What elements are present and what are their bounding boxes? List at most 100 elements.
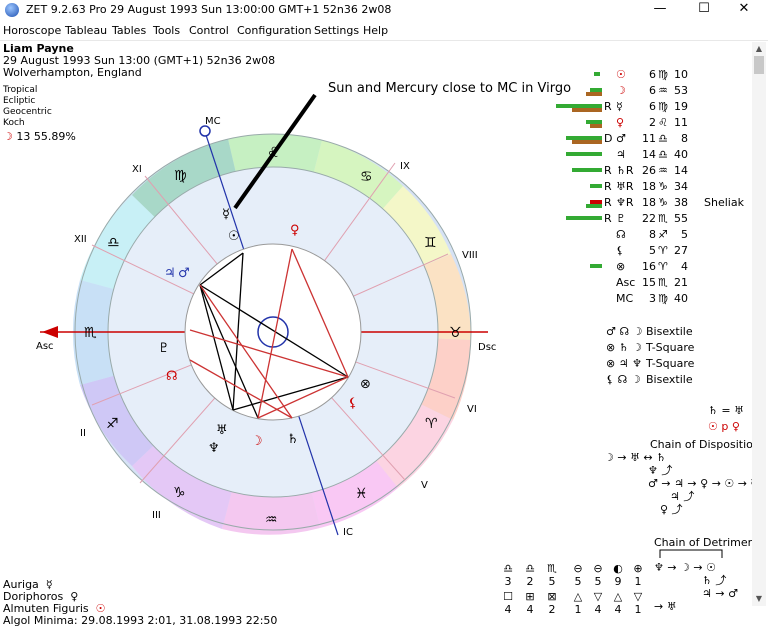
disposition-line: ♂ → ♃ → ♀ → ☉ → ☿ (648, 477, 758, 490)
zodiac-type: Tropical (3, 85, 38, 95)
window-title: ZET 9.2.63 Pro 29 August 1993 Sun 13:00:… (26, 3, 392, 16)
maximize-button[interactable]: ☐ (684, 0, 724, 20)
element-table: ♎ ♎ ♏ 325 ☐ ⊞ ⊠ 442 (503, 562, 557, 616)
bottom-info: Auriga ☿ Doriphoros ♀ Almuten Figuris ☉ … (3, 579, 277, 627)
menu-tableau[interactable]: Tableau (65, 24, 107, 37)
retro-flag: R (604, 212, 612, 225)
position-row: R ☿ 6 ♍ 19 (604, 100, 694, 114)
sign-icon: ♍ (658, 292, 668, 305)
menu-configuration[interactable]: Configuration (237, 24, 312, 37)
virgo-icon: ♍ (174, 168, 187, 184)
minutes: 10 (674, 68, 688, 81)
minutes: 55 (674, 212, 688, 225)
position-bars (556, 72, 602, 268)
menu-tools[interactable]: Tools (153, 24, 180, 37)
minutes: 38 (674, 196, 688, 209)
degree: 14 (642, 148, 656, 161)
annotation-arrow (233, 93, 317, 210)
planet-icon: ⚸ (616, 244, 625, 257)
title-bar: ZET 9.2.63 Pro 29 August 1993 Sun 13:00:… (0, 0, 768, 20)
leo-icon: ♌ (267, 145, 280, 161)
retro-flag: R (604, 196, 612, 209)
minutes: 27 (674, 244, 688, 257)
menu-help[interactable]: Help (363, 24, 388, 37)
fixed-star-label: Sheliak (704, 196, 744, 209)
sign-icon: ♎ (658, 148, 668, 161)
zodiac-ring (72, 133, 472, 535)
sign-icon: ♑ (658, 180, 668, 193)
menu-control[interactable]: Control (189, 24, 229, 37)
sign-glyphs: ♌ ♋ ♊ ♉ ♈ ♓ ♒ ♑ ♐ ♏ ♎ ♍ (84, 145, 462, 528)
position-row: R ♅R 18 ♑ 34 (604, 180, 694, 194)
house-3-label: III (152, 510, 161, 521)
center-type: Geocentric (3, 107, 52, 117)
position-row: ⊗ 16 ♈ 4 (604, 260, 694, 274)
aspect-circle (184, 243, 362, 421)
retro-flag: R (604, 100, 612, 113)
house-2-label: II (80, 428, 86, 439)
jupiter-icon: ♃ (164, 266, 176, 281)
sign-icon: ♒ (658, 84, 668, 97)
sign-icon: ♈ (658, 244, 668, 257)
sign-icon: ♒ (658, 164, 668, 177)
position-row: R ♄R 26 ♒ 14 (604, 164, 694, 178)
planet-icon: ♀ (616, 116, 625, 129)
libra-icon: ♎ (107, 235, 120, 251)
sign-icon: ♌ (658, 116, 668, 129)
minutes: 19 (674, 100, 688, 113)
mc-label: MC (205, 116, 221, 127)
retro-flag: R (604, 164, 612, 177)
center-circle (257, 316, 289, 348)
planet-icon: ♂ (616, 132, 626, 145)
chain-disposition-title: Chain of Disposition (650, 438, 760, 451)
detriment-line: ♄ ⤴ (702, 574, 727, 587)
house-5-label: V (421, 480, 428, 491)
planet-icon: ♄R (616, 164, 634, 177)
degree: 2 (649, 116, 656, 129)
cancer-icon: ♋ (360, 169, 373, 185)
minimize-button[interactable]: — (640, 0, 680, 20)
capricorn-icon: ♑ (173, 485, 186, 501)
close-button[interactable]: ✕ (724, 0, 764, 20)
sun-icon: ☉ (228, 229, 240, 244)
menu-tables[interactable]: Tables (112, 24, 146, 37)
moon-icon: ☽ (3, 130, 13, 143)
position-row: ☊ 8 ♐ 5 (604, 228, 694, 242)
menu-horoscope[interactable]: Horoscope (3, 24, 61, 37)
planet-icon: ♅R (616, 180, 634, 193)
chart-header: Liam Payne 29 August 1993 Sun 13:00 (GMT… (3, 43, 275, 79)
minutes: 8 (681, 132, 688, 145)
moon-wheel-icon: ☽ (251, 434, 263, 449)
lilith-icon: ⚸ (348, 396, 358, 411)
aspect-pattern-row: ⚸ ☊ ☽ Bisextile (606, 373, 693, 386)
minutes: 53 (674, 84, 688, 97)
sagittarius-icon: ♐ (106, 416, 119, 432)
house-6-label: VI (467, 404, 477, 415)
minutes: 40 (674, 292, 688, 305)
asc-arrow-icon (42, 326, 58, 338)
menu-settings[interactable]: Settings (314, 24, 359, 37)
sign-icon: ♈ (658, 260, 668, 273)
position-row: R ♇ 22 ♏ 55 (604, 212, 694, 226)
scroll-up-icon[interactable]: ▲ (752, 44, 766, 53)
vertical-scrollbar[interactable]: ▲ ▼ (752, 42, 766, 606)
retro-flag: D (604, 132, 613, 145)
scroll-thumb[interactable] (754, 56, 764, 74)
pluto-icon: ♇ (158, 341, 170, 356)
position-row: ⚸ 5 ♈ 27 (604, 244, 694, 258)
chart-annotation: Sun and Mercury close to MC in Virgo (328, 81, 572, 96)
sign-icon: ♑ (658, 196, 668, 209)
scroll-down-icon[interactable]: ▼ (752, 594, 766, 603)
degree: 5 (649, 244, 656, 257)
moon-phase-value: 13 55.89% (16, 130, 76, 143)
position-row: ☽ 6 ♒ 53 (604, 84, 694, 98)
planet-icon: ♃ (616, 148, 626, 161)
aquarius-icon: ♒ (265, 512, 278, 528)
disposition-line: ♀ ⤴ (660, 503, 683, 516)
minutes: 40 (674, 148, 688, 161)
house-12-label: XII (74, 234, 87, 245)
detriment-bracket (659, 549, 723, 558)
detriment-line: ♃ → ♂ (702, 587, 738, 600)
planet-icon: ⊗ (616, 260, 626, 273)
degree: 6 (649, 84, 656, 97)
